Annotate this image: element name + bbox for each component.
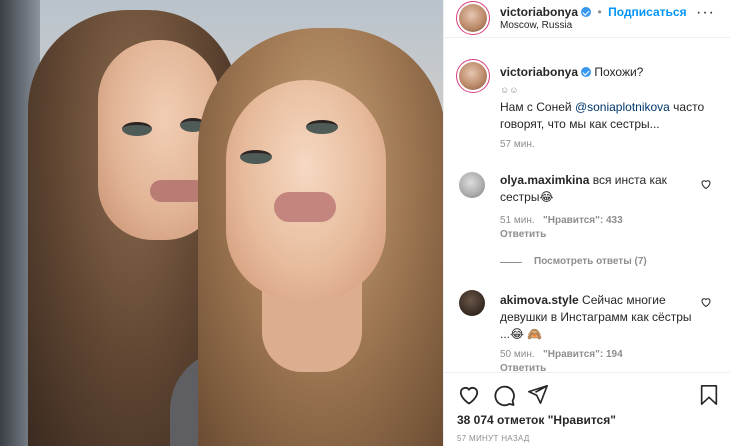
comment-likes[interactable]: "Нравится": 433 xyxy=(543,215,623,226)
avatar[interactable] xyxy=(459,4,487,32)
comment-likes[interactable]: "Нравится": 194 xyxy=(543,349,623,360)
comment-time: 51 мин. xyxy=(500,215,535,226)
comment: olya.maximkina вся инста как сестры😂 xyxy=(500,172,700,206)
caption-emoji: ☺☺ xyxy=(500,85,519,95)
post-header: victoriabonya • Подписаться Moscow, Russ… xyxy=(444,0,730,38)
comment-username[interactable]: olya.maximkina xyxy=(500,173,589,187)
header-username[interactable]: victoriabonya xyxy=(500,5,578,19)
heart-icon[interactable] xyxy=(457,383,481,407)
comment-heart-icon[interactable] xyxy=(700,296,712,308)
photo-person-right-face xyxy=(226,80,386,300)
share-icon[interactable] xyxy=(527,383,549,405)
photo-lips-right xyxy=(274,192,336,222)
caption-text-first: Похожи? xyxy=(594,65,644,79)
comment-meta: 51 мин. "Нравится": 433 xyxy=(500,215,623,226)
reply-button[interactable]: Ответить xyxy=(500,229,546,240)
follow-button[interactable]: Подписаться xyxy=(608,5,686,19)
comment-username[interactable]: akimova.style xyxy=(500,293,579,307)
post-timestamp[interactable]: 57 МИНУТ НАЗАД xyxy=(457,434,530,443)
photo-eye xyxy=(122,122,152,136)
instagram-post: victoriabonya • Подписаться Moscow, Russ… xyxy=(0,0,730,446)
verified-badge-icon xyxy=(581,67,592,77)
caption-avatar[interactable] xyxy=(459,62,487,90)
comment-heart-icon[interactable] xyxy=(700,178,712,190)
separator-dot: • xyxy=(597,5,602,19)
replies-divider xyxy=(500,262,522,263)
caption-username[interactable]: victoriabonya xyxy=(500,65,578,79)
actions-bar: 38 074 отметок "Нравится" 57 МИНУТ НАЗАД xyxy=(444,372,730,446)
commenter-avatar[interactable] xyxy=(459,290,485,316)
comment-time: 50 мин. xyxy=(500,349,535,360)
comment-meta: 50 мин. "Нравится": 194 xyxy=(500,349,623,360)
comment: akimova.style Сейчас многие девушки в Ин… xyxy=(500,292,696,343)
post-photo[interactable] xyxy=(0,0,443,446)
commenter-avatar[interactable] xyxy=(459,172,485,198)
header-location[interactable]: Moscow, Russia xyxy=(500,20,572,31)
caption-time: 57 мин. xyxy=(500,139,535,150)
more-dots-icon[interactable]: ··· xyxy=(696,4,715,22)
view-replies-button[interactable]: Посмотреть ответы (7) xyxy=(534,256,647,267)
caption-mention[interactable]: @soniaplotnikova xyxy=(575,100,670,114)
caption-text-before: Нам с Соней xyxy=(500,100,575,114)
comment-icon[interactable] xyxy=(492,383,516,407)
photo-eye xyxy=(240,150,272,164)
bookmark-icon[interactable] xyxy=(698,383,720,407)
photo-eye xyxy=(306,120,338,134)
header-user-row: victoriabonya • Подписаться xyxy=(500,3,687,21)
caption: victoriabonya Похожи? ☺☺ Нам с Соней @so… xyxy=(500,64,720,133)
likes-count[interactable]: 38 074 отметок "Нравится" xyxy=(457,413,616,427)
verified-badge-icon xyxy=(581,7,592,17)
post-sidebar: victoriabonya • Подписаться Moscow, Russ… xyxy=(443,0,730,446)
